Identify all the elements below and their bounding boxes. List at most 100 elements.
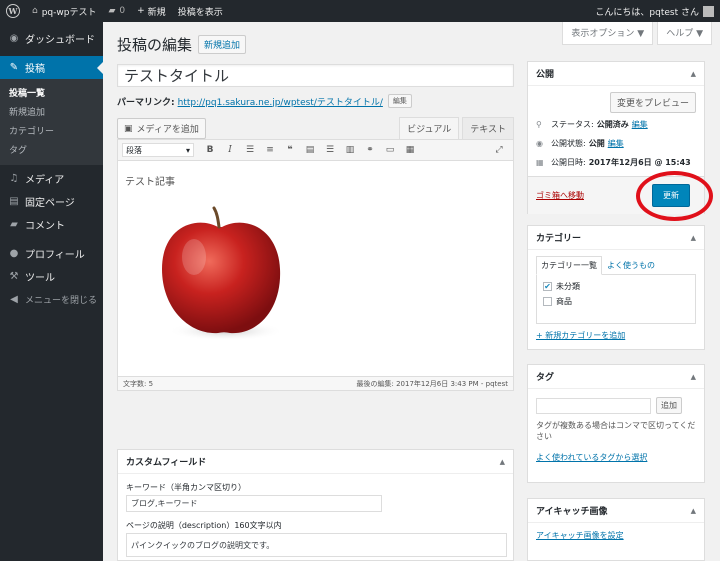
italic-icon[interactable]: I	[220, 145, 240, 155]
menu-label: 投稿	[25, 64, 45, 75]
popular-tags-row: よく使われているタグから選択	[528, 444, 704, 471]
site-name: pq-wpテスト	[41, 7, 97, 18]
tab-popular-categories[interactable]: よく使うもの	[602, 256, 660, 275]
bold-icon[interactable]: B	[200, 145, 220, 155]
posts-submenu: 投稿一覧 新規追加 カテゴリー タグ	[0, 79, 103, 165]
tab-all-categories[interactable]: カテゴリー一覧	[536, 256, 602, 275]
caret-up-icon[interactable]: ▲	[691, 234, 696, 242]
keyword-input[interactable]: ブログ,キーワード	[126, 495, 382, 512]
greeting-text: こんにちは、pqtest さん	[595, 7, 699, 18]
category-checklist: ✔ 未分類 商品	[536, 274, 696, 324]
keyword-label: キーワード（半角カンマ区切り）	[126, 483, 246, 492]
add-media-button[interactable]: ▣ メディアを追加	[117, 118, 206, 139]
tag-input[interactable]	[536, 397, 651, 414]
menu-comments[interactable]: ▰ コメント	[0, 213, 103, 236]
submenu-all-posts[interactable]: 投稿一覧	[0, 83, 103, 102]
collapse-menu-button[interactable]: ◀ メニューを閉じる	[0, 288, 103, 311]
screen-options-button[interactable]: 表示オプション ▼	[562, 22, 654, 45]
add-tag-button[interactable]: 追加	[656, 397, 682, 414]
tab-visual[interactable]: ビジュアル	[399, 117, 460, 139]
menu-media[interactable]: ♫ メディア	[0, 167, 103, 190]
page-title: 投稿の編集	[117, 35, 193, 54]
category-tabs: カテゴリー一覧 よく使うもの	[528, 256, 704, 275]
admin-sidebar: ◉ ダッシュボード ✎ 投稿 投稿一覧 新規追加 カテゴリー タグ ♫ メディア ▤ 固…	[0, 22, 103, 561]
editor-tabs: ビジュアル テキスト	[396, 117, 514, 139]
caret-up-icon[interactable]: ▲	[691, 70, 696, 78]
unlink-icon[interactable]: ▭	[380, 145, 400, 155]
featured-image-header[interactable]: アイキャッチ画像 ▲	[528, 499, 704, 523]
preview-changes-button[interactable]: 変更をプレビュー	[609, 92, 696, 113]
wordpress-icon: W	[6, 4, 20, 18]
help-button[interactable]: ヘルプ ▼	[657, 22, 712, 45]
pin-icon: ⚲	[536, 120, 542, 129]
publish-header[interactable]: 公開 ▲	[528, 62, 704, 86]
submenu-add-new[interactable]: 新規追加	[0, 102, 103, 121]
permalink-label: パーマリンク:	[117, 97, 175, 108]
submenu-tags[interactable]: タグ	[0, 140, 103, 159]
add-new-button[interactable]: 新規追加	[198, 34, 247, 54]
align-left-icon[interactable]: ▤	[300, 145, 320, 155]
caret-up-icon[interactable]: ▲	[691, 507, 696, 515]
chevron-down-icon: ▾	[185, 145, 190, 155]
categories-header[interactable]: カテゴリー ▲	[528, 226, 704, 250]
highlight-circle	[636, 171, 713, 221]
add-new-category-link[interactable]: + 新規カテゴリーを追加	[536, 331, 625, 340]
menu-profile[interactable]: ● プロフィール	[0, 242, 103, 265]
categories-title: カテゴリー	[536, 234, 582, 244]
blockquote-icon[interactable]: ❝	[280, 145, 300, 155]
menu-pages[interactable]: ▤ 固定ページ	[0, 190, 103, 213]
tags-title: タグ	[536, 373, 555, 383]
date-label: 公開日時:	[551, 158, 586, 167]
checkbox-checked[interactable]: ✔	[543, 282, 552, 291]
custom-fields-header[interactable]: カスタムフィールド ▲	[118, 450, 513, 474]
media-row: ▣ メディアを追加 ビジュアル テキスト	[117, 117, 514, 139]
menu-dashboard[interactable]: ◉ ダッシュボード	[0, 27, 103, 50]
site-name-link[interactable]: ⌂ pq-wpテスト	[26, 0, 102, 22]
submenu-categories[interactable]: カテゴリー	[0, 121, 103, 140]
comment-icon: ▰	[10, 219, 18, 230]
bullet-list-icon[interactable]: ☰	[240, 145, 260, 155]
edit-visibility-link[interactable]: 編集	[608, 138, 624, 149]
add-media-label: メディアを追加	[136, 125, 199, 135]
format-select[interactable]: 段落 ▾	[122, 143, 194, 157]
pin-icon: ✎	[9, 62, 19, 73]
menu-posts[interactable]: ✎ 投稿	[0, 56, 103, 79]
comments-link[interactable]: ▰ 0	[102, 0, 131, 22]
apple-image[interactable]	[156, 205, 286, 345]
editor-content-area[interactable]: テスト記事	[118, 161, 513, 376]
menu-label: 固定ページ	[25, 198, 75, 209]
tab-text[interactable]: テキスト	[462, 117, 514, 139]
caret-up-icon[interactable]: ▲	[500, 458, 505, 466]
category-item[interactable]: ✔ 未分類	[543, 281, 689, 292]
collapse-icon: ◀	[10, 294, 18, 305]
date-row: ▦ 公開日時: 2017年12月6日 @ 15:43	[528, 153, 704, 172]
wp-logo-menu[interactable]: W	[0, 0, 26, 22]
view-post-link[interactable]: 投稿を表示	[172, 0, 229, 22]
align-right-icon[interactable]: ▥	[340, 145, 360, 155]
link-icon[interactable]: ⚭	[360, 145, 380, 155]
category-item[interactable]: 商品	[543, 296, 689, 307]
post-title-input[interactable]: テストタイトル	[117, 64, 514, 87]
caret-up-icon[interactable]: ▲	[691, 373, 696, 381]
toolbar-toggle-icon[interactable]: ▦	[400, 145, 420, 155]
numbered-list-icon[interactable]: ≡	[260, 145, 280, 155]
edit-permalink-button[interactable]: 編集	[387, 94, 412, 108]
menu-label: ツール	[25, 273, 55, 284]
tags-header[interactable]: タグ ▲	[528, 365, 704, 389]
edit-status-link[interactable]: 編集	[632, 119, 648, 130]
page-icon: ▤	[9, 196, 19, 207]
menu-tools[interactable]: ⚒ ツール	[0, 265, 103, 288]
media-icon: ♫	[9, 173, 19, 184]
set-featured-image-link[interactable]: アイキャッチ画像を設定	[536, 531, 624, 540]
custom-fields-box: カスタムフィールド ▲ キーワード（半角カンマ区切り） ブログ,キーワード ペー…	[117, 449, 514, 561]
align-center-icon[interactable]: ☰	[320, 145, 340, 155]
comments-count: 0	[119, 6, 126, 16]
permalink-url[interactable]: http://pq1.sakura.ne.jp/wptest/テストタイトル/	[178, 95, 383, 108]
my-account[interactable]: こんにちは、pqtest さん	[589, 0, 720, 22]
move-to-trash-link[interactable]: ゴミ箱へ移動	[536, 190, 584, 201]
fullscreen-icon[interactable]: ⤢	[489, 145, 509, 155]
checkbox-unchecked[interactable]	[543, 297, 552, 306]
choose-popular-tags-link[interactable]: よく使われているタグから選択	[536, 453, 647, 462]
description-input[interactable]: パインクイックのブログの説明文です。	[126, 533, 507, 557]
new-content-link[interactable]: + 新規	[131, 0, 172, 22]
